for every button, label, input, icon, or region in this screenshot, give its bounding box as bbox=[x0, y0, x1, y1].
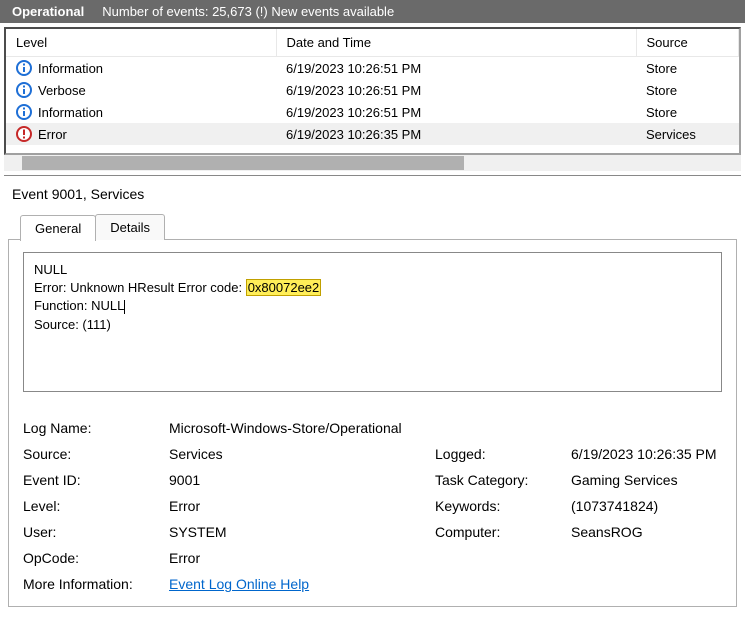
column-source[interactable]: Source bbox=[636, 29, 739, 57]
msg-line: Function: NULL bbox=[34, 297, 711, 315]
tab-bar: General Details bbox=[4, 214, 741, 240]
source-cell: Store bbox=[636, 57, 739, 80]
highlighted-error-code: 0x80072ee2 bbox=[246, 279, 322, 296]
event-grid-wrap: Level Date and Time Source Information 6… bbox=[4, 27, 741, 155]
logged-value: 6/19/2023 10:26:35 PM bbox=[571, 446, 722, 462]
msg-line: Error: Unknown HResult Error code: 0x800… bbox=[34, 279, 711, 297]
header-bar: Operational Number of events: 25,673 (!)… bbox=[0, 0, 745, 23]
level-text: Verbose bbox=[38, 83, 86, 98]
table-row[interactable] bbox=[6, 145, 739, 153]
task-category-value: Gaming Services bbox=[571, 472, 722, 488]
more-info-label: More Information: bbox=[23, 576, 163, 592]
log-name-label: Log Name: bbox=[23, 420, 163, 436]
source-label: Source: bbox=[23, 446, 163, 462]
tab-details[interactable]: Details bbox=[95, 214, 165, 240]
level-value: Error bbox=[169, 498, 429, 514]
source-cell: Services bbox=[636, 123, 739, 145]
error-icon bbox=[16, 126, 32, 142]
info-icon bbox=[16, 60, 32, 76]
table-row[interactable]: Information 6/19/2023 10:26:51 PM Store bbox=[6, 57, 739, 80]
table-row[interactable]: Verbose 6/19/2023 10:26:51 PM Store bbox=[6, 79, 739, 101]
column-level[interactable]: Level bbox=[6, 29, 276, 57]
source-cell: Store bbox=[636, 101, 739, 123]
source-cell: Store bbox=[636, 79, 739, 101]
info-icon bbox=[16, 82, 32, 98]
msg-line: Source: (111) bbox=[34, 316, 711, 334]
logged-label: Logged: bbox=[435, 446, 565, 462]
user-label: User: bbox=[23, 524, 163, 540]
event-properties: Log Name: Microsoft-Windows-Store/Operat… bbox=[23, 420, 722, 592]
log-name-value: Microsoft-Windows-Store/Operational bbox=[169, 420, 722, 436]
opcode-value: Error bbox=[169, 550, 722, 566]
tab-general[interactable]: General bbox=[20, 215, 96, 241]
user-value: SYSTEM bbox=[169, 524, 429, 540]
opcode-label: OpCode: bbox=[23, 550, 163, 566]
event-detail-title: Event 9001, Services bbox=[4, 176, 741, 214]
scrollbar-thumb[interactable] bbox=[22, 156, 464, 170]
computer-label: Computer: bbox=[435, 524, 565, 540]
event-detail-pane: Event 9001, Services General Details NUL… bbox=[4, 175, 741, 608]
horizontal-scrollbar[interactable] bbox=[4, 155, 741, 171]
source-value: Services bbox=[169, 446, 429, 462]
event-count-status: Number of events: 25,673 (!) New events … bbox=[102, 4, 394, 19]
datetime-cell: 6/19/2023 10:26:51 PM bbox=[276, 101, 636, 123]
keywords-label: Keywords: bbox=[435, 498, 565, 514]
level-text: Error bbox=[38, 127, 67, 142]
level-text: Information bbox=[38, 61, 103, 76]
log-title: Operational bbox=[12, 4, 84, 19]
column-headers[interactable]: Level Date and Time Source bbox=[6, 29, 739, 57]
level-text: Information bbox=[38, 105, 103, 120]
task-category-label: Task Category: bbox=[435, 472, 565, 488]
datetime-cell: 6/19/2023 10:26:35 PM bbox=[276, 123, 636, 145]
tab-content-general: NULL Error: Unknown HResult Error code: … bbox=[8, 239, 737, 607]
event-id-label: Event ID: bbox=[23, 472, 163, 488]
table-row-selected[interactable]: Error 6/19/2023 10:26:35 PM Services bbox=[6, 123, 739, 145]
table-row[interactable]: Information 6/19/2023 10:26:51 PM Store bbox=[6, 101, 739, 123]
event-message-box[interactable]: NULL Error: Unknown HResult Error code: … bbox=[23, 252, 722, 392]
msg-line: NULL bbox=[34, 261, 711, 279]
datetime-cell: 6/19/2023 10:26:51 PM bbox=[276, 57, 636, 80]
column-datetime[interactable]: Date and Time bbox=[276, 29, 636, 57]
event-id-value: 9001 bbox=[169, 472, 429, 488]
event-grid[interactable]: Level Date and Time Source Information 6… bbox=[6, 29, 739, 153]
event-log-online-help-link[interactable]: Event Log Online Help bbox=[169, 576, 309, 592]
computer-value: SeansROG bbox=[571, 524, 722, 540]
level-label: Level: bbox=[23, 498, 163, 514]
datetime-cell: 6/19/2023 10:26:51 PM bbox=[276, 79, 636, 101]
info-icon bbox=[16, 104, 32, 120]
keywords-value: (1073741824) bbox=[571, 498, 722, 514]
